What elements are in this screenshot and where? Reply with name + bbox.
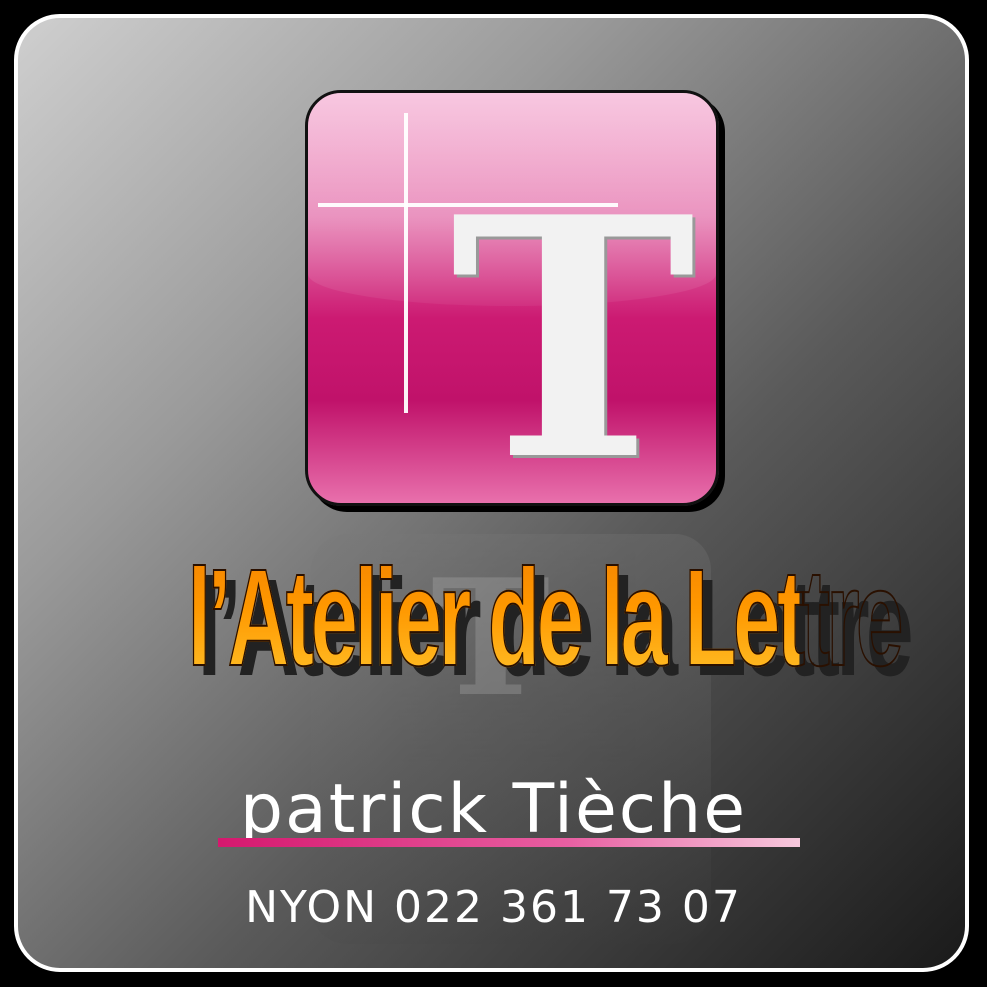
logo-tile: T [305,90,719,506]
name-underline [218,838,800,847]
logo-letter: T [450,145,696,506]
phone-number: NYON 022 361 73 07 [245,882,742,933]
headline: l’Atelier de la Lettre [187,518,904,718]
logo-vertical-line [404,113,408,413]
